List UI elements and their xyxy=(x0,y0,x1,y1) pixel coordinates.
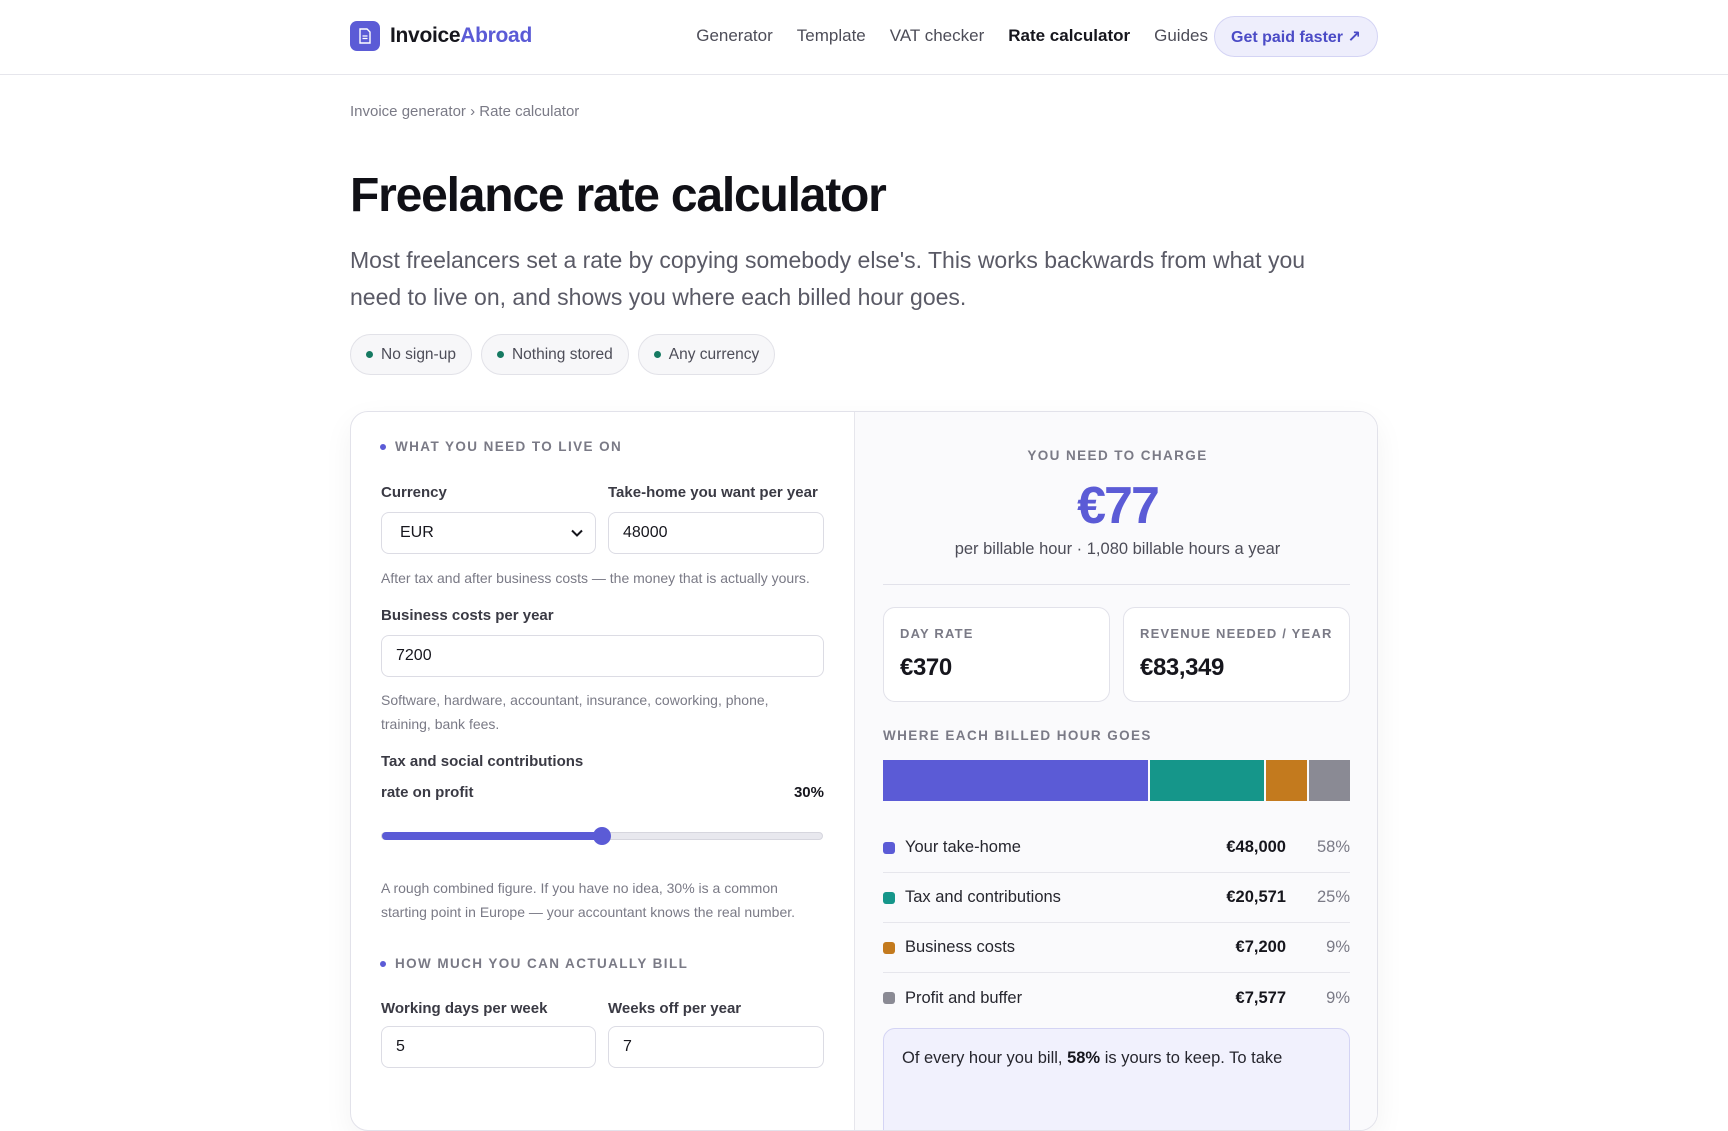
dot-icon xyxy=(366,351,373,358)
chevron-down-icon xyxy=(571,529,583,537)
costs-help: Software, hardware, accountant, insuranc… xyxy=(381,692,769,732)
breakdown-row-takehome: Your take-home €48,000 58% xyxy=(883,823,1350,873)
breakdown-label: WHERE EACH BILLED HOUR GOES xyxy=(883,728,1152,743)
result-eyebrow: YOU NEED TO CHARGE xyxy=(1027,448,1208,463)
revenue-value: €83,349 xyxy=(1140,654,1224,681)
currency-label: Currency xyxy=(381,484,447,501)
currency-select[interactable]: EUR xyxy=(381,512,596,554)
costs-label: Business costs per year xyxy=(381,607,554,624)
bar-segment-takehome xyxy=(883,760,1148,801)
section-billable-capacity: HOW MUCH YOU CAN ACTUALLY BILL xyxy=(380,956,688,971)
revenue-label: REVENUE NEEDED / YEAR xyxy=(1140,626,1333,641)
pill-no-signup: No sign-up xyxy=(350,334,472,375)
dot-icon xyxy=(653,351,661,358)
top-navigation-bar: InvoiceAbroad Generator Template VAT che… xyxy=(0,0,1728,75)
legend-swatch xyxy=(883,992,895,1004)
tax-sublabel: rate on profit xyxy=(381,784,474,801)
legend-swatch xyxy=(883,891,895,904)
document-icon xyxy=(350,21,380,51)
bar-segment-profit xyxy=(1308,760,1350,801)
weeks-label: Weeks off per year xyxy=(608,1000,742,1017)
bar-segment-tax xyxy=(1149,760,1264,801)
tax-rate-value: 30% xyxy=(793,784,824,801)
bar-segment-costs xyxy=(1265,760,1307,801)
nav-vat-checker[interactable]: VAT checker xyxy=(890,26,984,46)
tax-rate-slider[interactable] xyxy=(381,827,823,845)
tax-label: Tax and social contributions xyxy=(381,753,584,770)
rate-calculator-card: WHAT YOU NEED TO LIVE ON Currency EUR Ta… xyxy=(350,411,1378,1131)
divider xyxy=(883,584,1350,585)
dot-icon xyxy=(496,351,504,358)
breakdown-row-profit: Profit and buffer €7,577 9% xyxy=(883,973,1350,1023)
takehome-help: After tax and after business costs — the… xyxy=(381,570,810,586)
nav-generator[interactable]: Generator xyxy=(696,26,773,46)
weeks-off-input[interactable]: 7 xyxy=(608,1026,824,1068)
pill-any-currency: Any currency xyxy=(637,334,776,375)
day-rate-card: DAY RATE €370 xyxy=(883,607,1110,702)
page-intro: Most freelancers set a rate by copying s… xyxy=(350,247,1306,310)
revenue-card: REVENUE NEEDED / YEAR €83,349 xyxy=(1123,607,1350,702)
slider-handle[interactable] xyxy=(593,827,611,845)
takehome-label: Take-home you want per year xyxy=(608,484,818,501)
slider-fill xyxy=(382,832,602,840)
day-rate-label: DAY RATE xyxy=(900,626,974,641)
hourly-rate: €77 xyxy=(1077,477,1160,535)
get-paid-faster-button[interactable]: Get paid faster ↗ xyxy=(1214,16,1378,57)
costs-input[interactable]: 7200 xyxy=(381,635,824,677)
rate-subtitle: per billable hour · 1,080 billable hours… xyxy=(954,540,1281,558)
main-nav: Generator Template VAT checker Rate calc… xyxy=(696,26,1208,46)
nav-rate-calculator[interactable]: Rate calculator xyxy=(1008,26,1130,46)
legend-swatch xyxy=(883,841,895,854)
page-title: Freelance rate calculator xyxy=(350,169,887,222)
breakdown-row-tax: Tax and contributions €20,571 25% xyxy=(883,873,1350,923)
breadcrumb[interactable]: Invoice generator › Rate calculator xyxy=(350,103,579,120)
days-label: Working days per week xyxy=(381,1000,548,1017)
takehome-input[interactable]: 48000 xyxy=(608,512,824,554)
breakdown-row-costs: Business costs €7,200 9% xyxy=(883,923,1350,973)
dot-icon xyxy=(380,960,386,967)
dot-icon xyxy=(380,443,386,450)
day-rate-value: €370 xyxy=(900,654,952,681)
feature-pills: No sign-up Nothing stored Any currency xyxy=(350,334,776,375)
section-living-needs: WHAT YOU NEED TO LIVE ON xyxy=(380,439,622,454)
calculator-results: YOU NEED TO CHARGE €77 per billable hour… xyxy=(854,412,1377,1130)
tax-help: A rough combined figure. If you have no … xyxy=(381,880,796,920)
legend-swatch xyxy=(883,941,895,954)
pill-nothing-stored: Nothing stored xyxy=(480,334,629,375)
nav-template[interactable]: Template xyxy=(797,26,866,46)
working-days-input[interactable]: 5 xyxy=(381,1026,596,1068)
calculator-inputs: WHAT YOU NEED TO LIVE ON Currency EUR Ta… xyxy=(351,412,854,1130)
brand-name: InvoiceAbroad xyxy=(390,24,532,47)
breakdown-stacked-bar xyxy=(883,760,1350,801)
brand-logo[interactable]: InvoiceAbroad xyxy=(350,21,532,51)
nav-guides[interactable]: Guides xyxy=(1154,26,1208,46)
